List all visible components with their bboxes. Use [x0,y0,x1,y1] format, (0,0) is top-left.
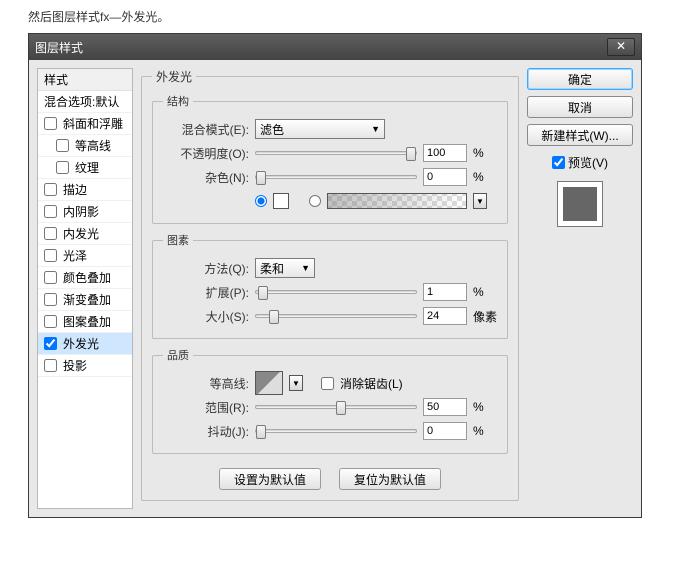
contour-picker[interactable] [255,371,283,395]
technique-label: 方法(Q): [163,260,249,277]
sidebar-item-10[interactable]: 外发光 [38,333,132,355]
preview-label: 预览(V) [568,154,608,171]
sidebar-checkbox-3[interactable] [44,183,57,196]
sidebar-checkbox-9[interactable] [44,315,57,328]
sidebar-item-1[interactable]: 等高线 [38,135,132,157]
preview-checkbox[interactable] [552,156,565,169]
contour-label: 等高线: [163,375,249,392]
dialog-buttons: 确定 取消 新建样式(W)... 预览(V) [527,68,633,509]
blend-mode-dropdown[interactable]: 滤色 ▼ [255,119,385,139]
sidebar-label-10: 外发光 [63,333,99,355]
sidebar-item-6[interactable]: 光泽 [38,245,132,267]
sidebar-header-styles[interactable]: 样式 [38,69,132,91]
range-unit: % [473,400,497,414]
size-slider[interactable] [255,314,417,318]
jitter-label: 抖动(J): [163,423,249,440]
sidebar-checkbox-8[interactable] [44,293,57,306]
sidebar-label-6: 光泽 [63,245,87,267]
sidebar-label-9: 图案叠加 [63,311,111,333]
sidebar-label-3: 描边 [63,179,87,201]
opacity-label: 不透明度(O): [163,145,249,162]
sidebar-checkbox-0[interactable] [44,117,57,130]
antialias-label: 消除锯齿(L) [340,375,403,392]
sidebar-label-1: 等高线 [75,135,111,157]
noise-unit: % [473,170,497,184]
jitter-unit: % [473,424,497,438]
spread-slider[interactable] [255,290,417,294]
sidebar-checkbox-4[interactable] [44,205,57,218]
noise-label: 杂色(N): [163,169,249,186]
sidebar-item-5[interactable]: 内发光 [38,223,132,245]
panel-title: 外发光 [152,68,196,85]
titlebar: 图层样式 ✕ [29,34,641,60]
sidebar-checkbox-7[interactable] [44,271,57,284]
chevron-down-icon: ▼ [301,263,310,273]
spread-unit: % [473,285,497,299]
settings-panel: 外发光 结构 混合模式(E): 滤色 ▼ 不透明度(O): % [141,68,519,509]
sidebar-label-8: 渐变叠加 [63,289,111,311]
instruction-text: 然后图层样式fx—外发光。 [0,0,690,33]
elements-legend: 图素 [163,232,193,248]
sidebar-item-11[interactable]: 投影 [38,355,132,377]
size-unit: 像素 [473,308,497,325]
sidebar-item-3[interactable]: 描边 [38,179,132,201]
sidebar-item-8[interactable]: 渐变叠加 [38,289,132,311]
sidebar-checkbox-5[interactable] [44,227,57,240]
noise-slider[interactable] [255,175,417,179]
color-radio[interactable] [255,195,267,207]
color-swatch[interactable] [273,193,289,209]
preview-thumbnail [557,181,603,227]
window-title: 图层样式 [35,39,607,56]
sidebar-checkbox-6[interactable] [44,249,57,262]
sidebar-item-7[interactable]: 颜色叠加 [38,267,132,289]
size-label: 大小(S): [163,308,249,325]
close-button[interactable]: ✕ [607,38,635,56]
jitter-input[interactable] [423,422,467,440]
sidebar-item-2[interactable]: 纹理 [38,157,132,179]
sidebar-checkbox-10[interactable] [44,337,57,350]
size-input[interactable] [423,307,467,325]
range-slider[interactable] [255,405,417,409]
opacity-slider[interactable] [255,151,417,155]
antialias-checkbox[interactable] [321,377,334,390]
opacity-input[interactable] [423,144,467,162]
sidebar-item-0[interactable]: 斜面和浮雕 [38,113,132,135]
gradient-dropdown-arrow[interactable]: ▼ [473,193,487,209]
reset-default-button[interactable]: 复位为默认值 [339,468,441,490]
sidebar-label-11: 投影 [63,355,87,377]
spread-label: 扩展(P): [163,284,249,301]
opacity-unit: % [473,146,497,160]
sidebar-label-4: 内阴影 [63,201,99,223]
gradient-radio[interactable] [309,195,321,207]
sidebar-blend-defaults[interactable]: 混合选项:默认 [38,91,132,113]
new-style-button[interactable]: 新建样式(W)... [527,124,633,146]
layer-style-dialog: 图层样式 ✕ 样式 混合选项:默认 斜面和浮雕等高线纹理描边内阴影内发光光泽颜色… [28,33,642,518]
blend-mode-label: 混合模式(E): [163,121,249,138]
technique-dropdown[interactable]: 柔和 ▼ [255,258,315,278]
range-label: 范围(R): [163,399,249,416]
sidebar-label-0: 斜面和浮雕 [63,113,123,135]
gradient-picker[interactable] [327,193,467,209]
sidebar-label-5: 内发光 [63,223,99,245]
sidebar-item-9[interactable]: 图案叠加 [38,311,132,333]
sidebar-checkbox-1[interactable] [56,139,69,152]
styles-sidebar: 样式 混合选项:默认 斜面和浮雕等高线纹理描边内阴影内发光光泽颜色叠加渐变叠加图… [37,68,133,509]
sidebar-item-4[interactable]: 内阴影 [38,201,132,223]
quality-legend: 品质 [163,347,193,363]
sidebar-label-7: 颜色叠加 [63,267,111,289]
cancel-button[interactable]: 取消 [527,96,633,118]
noise-input[interactable] [423,168,467,186]
sidebar-checkbox-2[interactable] [56,161,69,174]
sidebar-checkbox-11[interactable] [44,359,57,372]
sidebar-label-2: 纹理 [75,157,99,179]
spread-input[interactable] [423,283,467,301]
structure-legend: 结构 [163,93,193,109]
ok-button[interactable]: 确定 [527,68,633,90]
jitter-slider[interactable] [255,429,417,433]
make-default-button[interactable]: 设置为默认值 [219,468,321,490]
chevron-down-icon: ▼ [371,124,380,134]
range-input[interactable] [423,398,467,416]
contour-dropdown-arrow[interactable]: ▼ [289,375,303,391]
